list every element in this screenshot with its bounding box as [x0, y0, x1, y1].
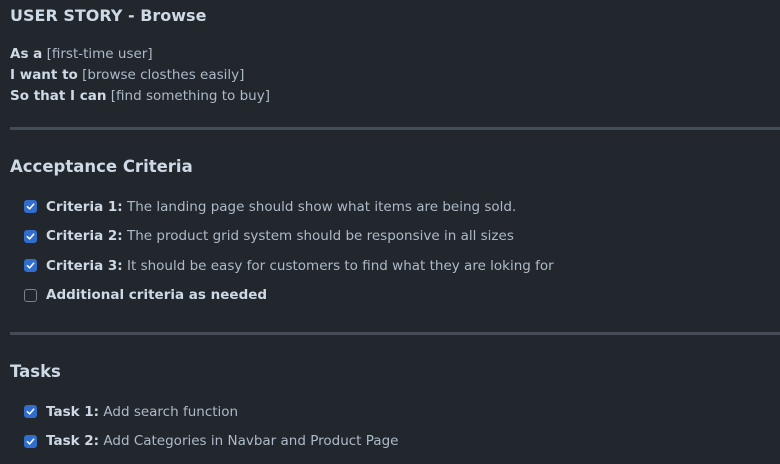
criteria-item: Criteria 3: It should be easy for custom… — [24, 251, 554, 281]
checkmark-icon — [26, 203, 35, 210]
checkmark-icon — [26, 262, 35, 269]
acceptance-criteria-heading: Acceptance Criteria — [10, 157, 193, 176]
checkmark-icon — [26, 438, 35, 445]
task-item-text: Add search function — [103, 403, 239, 420]
unchecked-checkbox[interactable] — [24, 288, 37, 302]
criteria-item-label: Additional criteria as needed — [46, 287, 268, 304]
story-so-that: So that I can [find something to buy] — [10, 86, 270, 107]
acceptance-criteria-list: Criteria 1: The landing page should show… — [24, 192, 554, 310]
criteria-item-text: It should be easy for customers to find … — [127, 257, 554, 274]
story-i-want: I want to [browse closthes easily] — [10, 65, 270, 86]
task-item: Task 1: Add search function — [24, 397, 398, 427]
task-item: Task 2: Add Categories in Navbar and Pro… — [24, 427, 398, 457]
divider — [10, 127, 780, 130]
criteria-item-text: The product grid system should be respon… — [127, 228, 514, 245]
story-i-want-value: [browse closthes easily] — [82, 67, 245, 83]
criteria-item-label: Criteria 1: — [46, 198, 123, 215]
criteria-item: Criteria 2: The product grid system shou… — [24, 222, 554, 252]
story-as-a-label: As a — [10, 46, 43, 62]
criteria-item-text: The landing page should show what items … — [127, 198, 517, 215]
story-so-that-label: So that I can — [10, 88, 107, 104]
task-item-label: Task 2: — [46, 433, 100, 450]
checked-checkbox[interactable] — [24, 259, 37, 273]
criteria-item-label: Criteria 3: — [46, 257, 123, 274]
checkmark-icon — [26, 408, 35, 415]
criteria-item: Additional criteria as needed — [24, 281, 554, 311]
task-item-text: Add Categories in Navbar and Product Pag… — [103, 433, 399, 450]
task-item-label: Task 1: — [46, 403, 100, 420]
page-title: USER STORY - Browse — [10, 6, 207, 25]
checked-checkbox[interactable] — [24, 200, 37, 214]
checked-checkbox[interactable] — [24, 405, 37, 419]
checkmark-icon — [26, 233, 35, 240]
tasks-heading: Tasks — [10, 362, 61, 381]
checked-checkbox[interactable] — [24, 229, 37, 243]
story-as-a-value: [first-time user] — [46, 46, 153, 62]
story-so-that-value: [find something to buy] — [110, 88, 270, 104]
criteria-item: Criteria 1: The landing page should show… — [24, 192, 554, 222]
divider — [10, 332, 780, 335]
tasks-list: Task 1: Add search function Task 2: Add C… — [24, 397, 398, 456]
story-as-a: As a [first-time user] — [10, 44, 270, 65]
checked-checkbox[interactable] — [24, 434, 37, 448]
criteria-item-label: Criteria 2: — [46, 228, 123, 245]
user-story: As a [first-time user] I want to [browse… — [10, 44, 270, 107]
story-i-want-label: I want to — [10, 67, 78, 83]
